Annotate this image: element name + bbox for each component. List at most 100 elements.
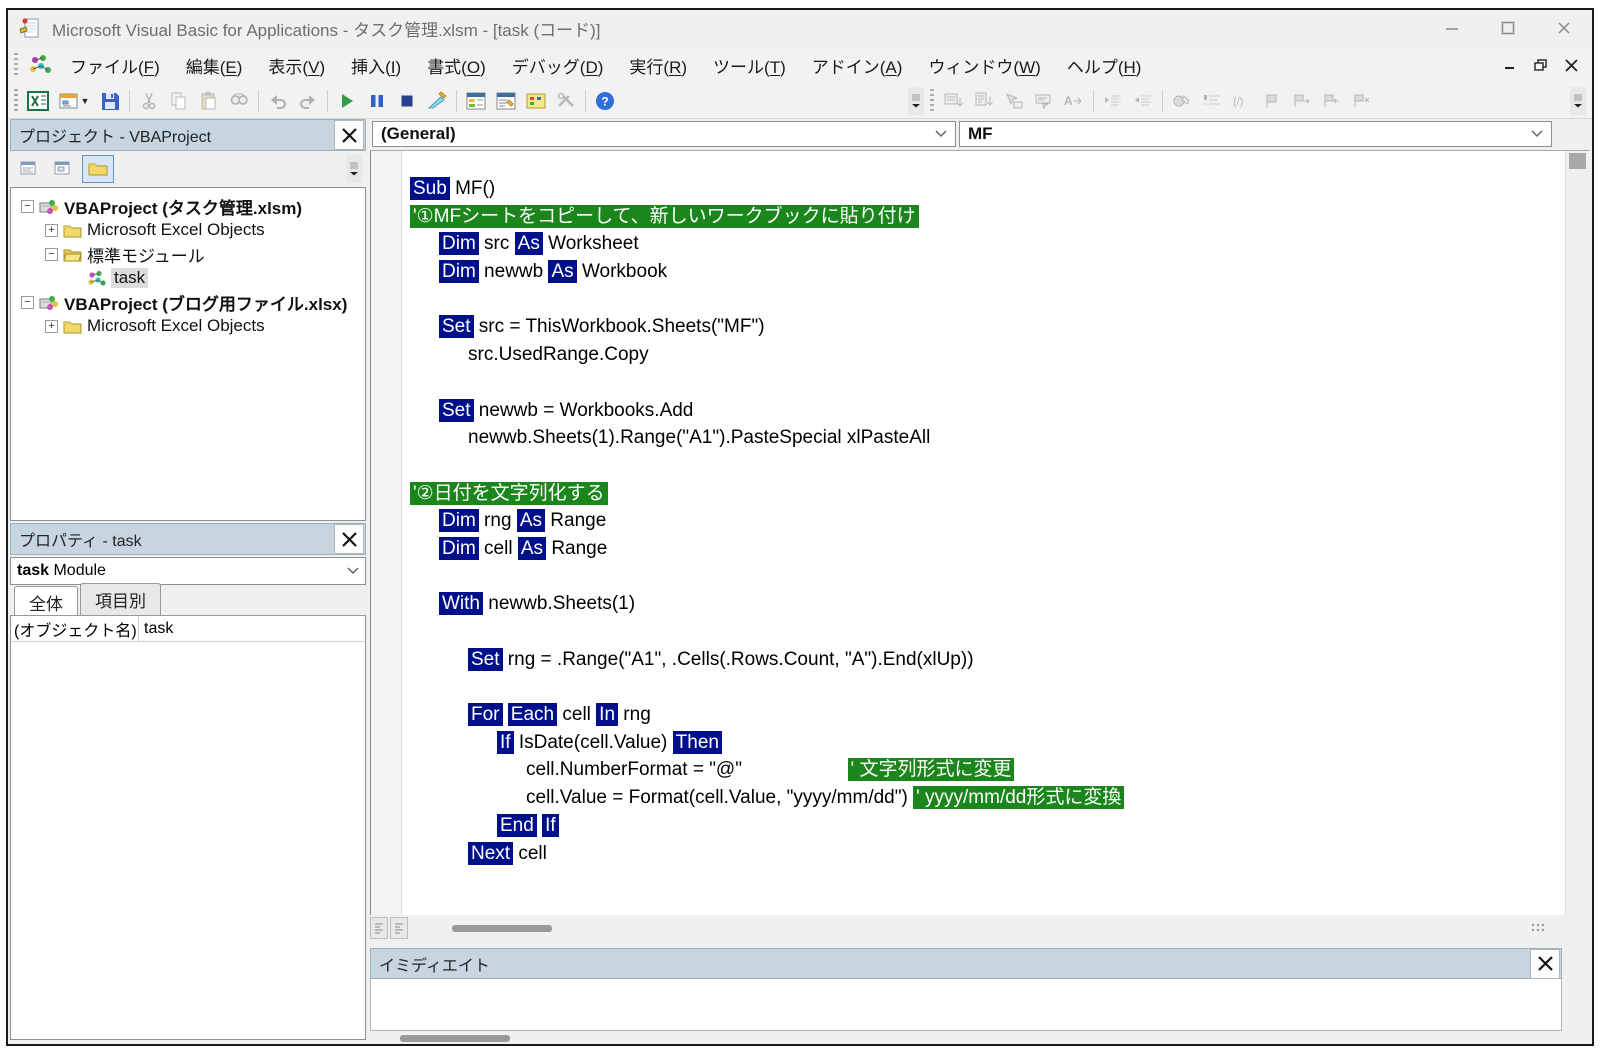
code-line[interactable]: cell.NumberFormat = "@" ' 文字列形式に変更 — [402, 756, 1565, 784]
toolbox-button[interactable] — [551, 87, 581, 115]
split-view-button-1[interactable] — [370, 917, 388, 939]
undo-button[interactable] — [263, 87, 293, 115]
code-line[interactable]: For Each cell In rng — [402, 701, 1565, 729]
property-value[interactable]: task — [139, 620, 173, 638]
edit-toolbar-grip-handle[interactable] — [930, 89, 934, 113]
menu-item-v[interactable]: 表示(V) — [255, 47, 338, 84]
copy-button[interactable] — [164, 87, 194, 115]
code-margin-indicator-bar[interactable] — [371, 151, 402, 915]
previous-bookmark-button[interactable] — [1317, 87, 1347, 115]
paste-button[interactable] — [194, 87, 224, 115]
standard-toolbar-overflow-button[interactable] — [908, 87, 924, 115]
expand-icon[interactable]: + — [45, 224, 58, 237]
tree-item[interactable]: +Microsoft Excel Objects — [11, 314, 365, 338]
maximize-button[interactable] — [1480, 10, 1536, 46]
menu-item-e[interactable]: 編集(E) — [173, 47, 256, 84]
tree-item[interactable]: −VBAProject (タスク管理.xlsm) — [11, 194, 365, 218]
collapse-icon[interactable]: − — [45, 248, 58, 261]
tree-item[interactable]: −標準モジュール — [11, 242, 365, 266]
code-line[interactable]: '①MFシートをコピーして、新しいワークブックに貼り付け — [402, 203, 1565, 231]
menu-item-d[interactable]: デバッグ(D) — [499, 47, 617, 84]
comment-block-button[interactable] — [1197, 87, 1227, 115]
menu-item-w[interactable]: ウィンドウ(W) — [915, 47, 1053, 84]
code-line[interactable]: '②日付を文字列化する — [402, 480, 1565, 508]
menu-item-a[interactable]: アドイン(A) — [799, 47, 916, 84]
project-explorer-button[interactable] — [461, 87, 491, 115]
edit-toolbar-overflow-button[interactable] — [1570, 87, 1586, 115]
properties-object-dropdown[interactable]: task Module — [10, 557, 366, 585]
code-line[interactable] — [402, 452, 1565, 480]
code-line[interactable]: If IsDate(cell.Value) Then — [402, 729, 1565, 757]
cut-button[interactable] — [134, 87, 164, 115]
code-vscroll-thumb[interactable] — [1569, 153, 1586, 169]
menubar-grip-handle[interactable] — [14, 53, 18, 77]
collapse-icon[interactable]: − — [21, 296, 34, 309]
code-line[interactable]: Set newwb = Workbooks.Add — [402, 397, 1565, 425]
object-browser-button[interactable] — [521, 87, 551, 115]
immediate-horizontal-scrollbar[interactable] — [370, 1031, 1562, 1046]
immediate-hscroll-thumb[interactable] — [400, 1035, 510, 1042]
outdent-button[interactable] — [1128, 87, 1158, 115]
procedure-dropdown[interactable]: MF — [959, 121, 1552, 147]
code-horizontal-scrollbar[interactable] — [370, 915, 1550, 941]
parameter-info-button[interactable] — [1029, 87, 1059, 115]
design-mode-button[interactable] — [422, 87, 452, 115]
run-button[interactable] — [332, 87, 362, 115]
complete-word-button[interactable]: A — [1059, 87, 1089, 115]
next-bookmark-button[interactable] — [1287, 87, 1317, 115]
list-properties-button[interactable] — [939, 87, 969, 115]
expand-icon[interactable]: + — [45, 320, 58, 333]
toggle-breakpoint-button[interactable] — [1167, 87, 1197, 115]
immediate-window-titlebar[interactable]: イミディエイト — [370, 948, 1562, 979]
child-restore-button[interactable] — [1534, 59, 1547, 72]
uncomment-block-button[interactable]: (/) — [1227, 87, 1257, 115]
code-line[interactable]: Sub MF() — [402, 175, 1565, 203]
properties-panel-titlebar[interactable]: プロパティ - task — [10, 523, 366, 555]
indent-button[interactable] — [1098, 87, 1128, 115]
menu-item-r[interactable]: 実行(R) — [616, 47, 700, 84]
split-view-button-2[interactable] — [390, 917, 408, 939]
code-line[interactable]: With newwb.Sheets(1) — [402, 590, 1565, 618]
reset-button[interactable] — [392, 87, 422, 115]
find-button[interactable] — [224, 87, 254, 115]
tree-item[interactable]: −VBAProject (ブログ用ファイル.xlsx) — [11, 290, 365, 314]
code-line[interactable] — [402, 369, 1565, 397]
save-button[interactable] — [95, 87, 125, 115]
menu-item-h[interactable]: ヘルプ(H) — [1054, 47, 1155, 84]
code-line[interactable]: newwb.Sheets(1).Range("A1").PasteSpecial… — [402, 424, 1565, 452]
toggle-bookmark-button[interactable] — [1257, 87, 1287, 115]
clear-bookmarks-button[interactable] — [1347, 87, 1377, 115]
break-button[interactable] — [362, 87, 392, 115]
code-line[interactable]: Dim newwb As Workbook — [402, 258, 1565, 286]
code-line[interactable]: End If — [402, 812, 1565, 840]
quick-info-button[interactable] — [999, 87, 1029, 115]
code-vertical-scrollbar[interactable] — [1565, 151, 1590, 915]
child-close-button[interactable] — [1565, 59, 1578, 72]
close-button[interactable] — [1536, 10, 1592, 46]
menu-item-t[interactable]: ツール(T) — [700, 47, 799, 84]
code-line[interactable]: Set rng = .Range("A1", .Cells(.Rows.Coun… — [402, 646, 1565, 674]
property-row[interactable]: (オブジェクト名)task — [11, 616, 365, 642]
collapse-icon[interactable]: − — [21, 200, 34, 213]
code-line[interactable]: Next cell — [402, 840, 1565, 868]
code-line[interactable]: src.UsedRange.Copy — [402, 341, 1565, 369]
menu-item-i[interactable]: 挿入(I) — [338, 47, 414, 84]
code-line[interactable]: Dim rng As Range — [402, 507, 1565, 535]
view-object-button[interactable] — [48, 155, 80, 183]
minimize-button[interactable] — [1424, 10, 1480, 46]
project-toolbar-overflow-button[interactable] — [346, 155, 362, 183]
code-line[interactable]: Dim src As Worksheet — [402, 230, 1565, 258]
menu-item-f[interactable]: ファイル(F) — [57, 47, 173, 84]
menu-item-o[interactable]: 書式(O) — [414, 47, 499, 84]
standard-toolbar-grip-handle[interactable] — [14, 89, 18, 113]
insert-userform-button[interactable]: ▼ — [53, 87, 95, 115]
code-line[interactable] — [402, 673, 1565, 701]
project-panel-titlebar[interactable]: プロジェクト - VBAProject — [10, 119, 366, 151]
tab-全体[interactable]: 全体 — [14, 586, 78, 615]
code-hscroll-thumb[interactable] — [452, 925, 552, 932]
code-line[interactable] — [402, 563, 1565, 591]
code-line[interactable] — [402, 618, 1565, 646]
list-constants-button[interactable] — [969, 87, 999, 115]
immediate-window-close-button[interactable] — [1530, 949, 1560, 979]
resize-grip-icon[interactable] — [1530, 922, 1546, 934]
